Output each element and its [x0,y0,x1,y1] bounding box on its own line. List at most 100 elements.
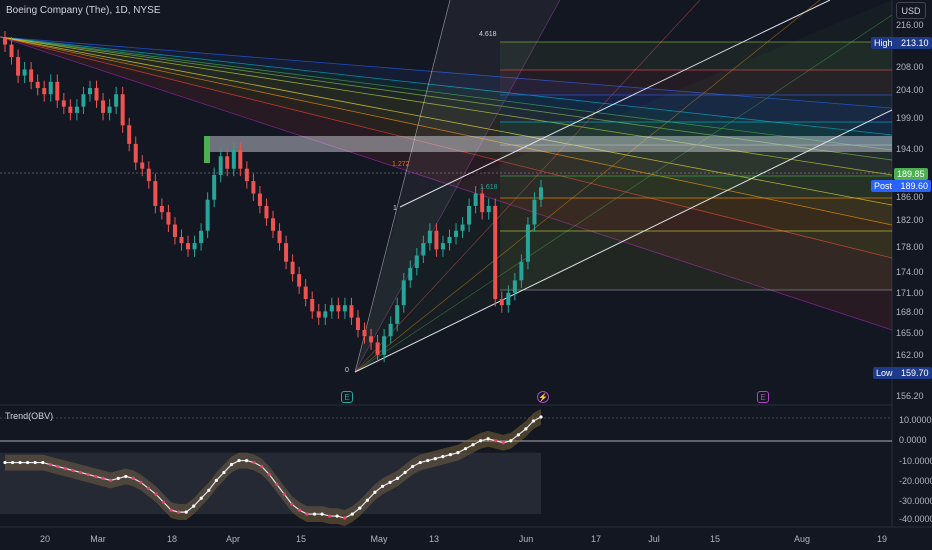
obv-point [267,472,271,477]
candle-body [375,342,380,355]
last-price-value: 189.85 [897,169,925,179]
candle-body [81,94,86,107]
obv-point [388,480,392,484]
candle-body [493,205,498,299]
obv-point [275,482,279,486]
candle-body [342,305,347,312]
obv-point [252,460,256,465]
candle-body [447,236,452,244]
obv-point [93,474,98,479]
candle-body [172,224,177,237]
obv-point [373,490,377,494]
candle-body [257,193,262,206]
candle-body [244,168,249,182]
candle-body [212,174,217,200]
obv-point [146,486,151,490]
obv-point [154,492,158,496]
obv-point [312,512,317,516]
candle-body [388,323,393,337]
time-axis-label: 15 [295,534,307,544]
candle-body [114,94,119,107]
obv-point [177,510,181,514]
candle-body [68,106,73,113]
candle-body [159,205,164,213]
obv-point [131,476,135,481]
post-label: Post [874,181,893,191]
candle-body [525,224,530,262]
candle-body [277,230,282,244]
time-axis-label: 17 [590,534,602,544]
currency-button[interactable]: USD [896,2,926,19]
time-axis-label: Jul [648,534,660,544]
obv-point [139,480,143,484]
time-axis-label: 13 [428,534,440,544]
high-value: 213.10 [901,38,929,48]
candle-body [205,199,210,231]
obv-axis-label: 10.0000 [899,415,932,425]
low-tag: Low 159.70 [873,367,932,379]
time-axis-label: 19 [876,534,888,544]
obv-point [426,458,430,463]
obv-axis-label: 0.0000 [899,435,927,445]
candle-body [421,243,426,256]
time-axis-label: Aug [793,534,811,544]
candle-body [87,88,92,95]
post-value: 189.60 [900,181,929,191]
fib-label-one: 1 [393,205,397,212]
candle-body [271,218,275,231]
obv-shade [0,452,541,515]
price-axis-label: 186.00 [896,192,924,202]
obv-point [494,439,498,443]
candle-body [107,106,112,113]
candle-body [506,292,511,306]
low-value: 159.70 [901,368,929,378]
candle-body [440,243,445,250]
obv-point [448,453,453,457]
candle-body [120,94,125,126]
candle-body [22,69,27,76]
obv-point [207,488,211,492]
candle-body [303,286,308,299]
symbol-title[interactable]: Boeing Company (The), 1D, NYSE [6,5,161,16]
candle-body [264,205,269,219]
obv-point [33,460,37,465]
candle-body [310,298,315,312]
candle-body [486,205,491,213]
obv-point [524,427,528,431]
time-axis-label: 20 [39,534,51,544]
candle-body [61,100,66,107]
candle-body [519,261,524,281]
obv-point [184,510,188,514]
price-axis-label: 162.00 [896,350,924,360]
obv-point [418,460,422,465]
candle-body [284,243,289,262]
chart-canvas[interactable] [0,0,932,550]
candle-body [251,181,256,194]
obv-point [18,460,22,465]
candle-body [323,311,328,318]
candle-body [146,168,151,182]
time-axis-label: 18 [166,534,178,544]
obv-point [335,514,339,518]
indicator-title[interactable]: Trend(OBV) [5,411,53,421]
obv-point [380,484,385,488]
obv-point [433,456,437,461]
dividend-icon[interactable]: E [757,391,769,403]
price-axis-label: 194.00 [896,144,924,154]
obv-point [214,478,218,482]
candle-body [94,88,99,101]
split-icon[interactable]: ⚡ [537,391,549,403]
obv-point [501,441,505,445]
candle-body [467,205,472,225]
earnings-icon[interactable]: E [341,391,353,403]
candle-body [336,305,341,312]
obv-point [395,476,400,481]
obv-axis-label: -30.0000 [899,496,932,506]
candle-body [192,243,197,250]
obv-point [244,458,249,463]
candle-body [539,187,543,200]
candle-body [512,280,517,293]
obv-point [26,460,30,465]
obv-point [282,492,286,496]
price-axis-label: 216.00 [896,20,924,30]
